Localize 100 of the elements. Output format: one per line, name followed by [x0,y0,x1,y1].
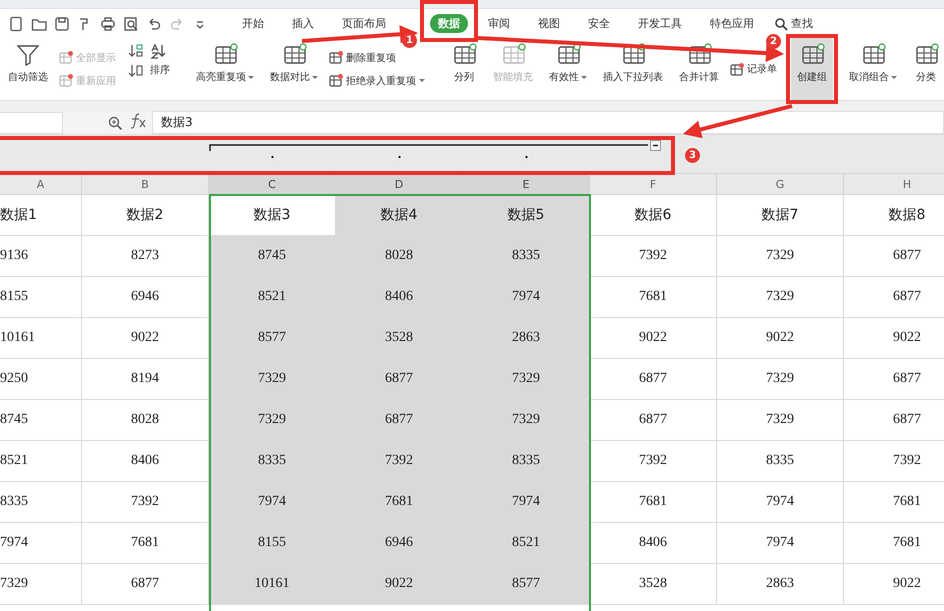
table-cell: 9136 [0,236,82,277]
table-cell: 7392 [590,441,717,482]
table-cell: 8521 [463,523,590,564]
table-cell: 7392 [590,236,717,277]
caret-icon [581,76,587,79]
file-icon[interactable] [8,16,24,32]
table-cell: 8194 [82,359,209,400]
table-header-cell: 数据5 [463,195,590,236]
table-cell: 8335 [0,482,82,523]
table-icon [729,62,744,76]
table-cell: 8577 [209,318,336,359]
printer-icon[interactable] [100,16,116,32]
table-cell: 9022 [717,318,844,359]
collapse-group-button[interactable] [650,140,661,151]
column-header[interactable]: H [844,174,944,195]
table-cell: 7329 [209,400,336,441]
table-cell: 7974 [463,277,590,318]
menu-tab[interactable]: 开始 [234,14,272,33]
sort-ascending-icon[interactable] [128,42,144,59]
table-cell: 7329 [717,277,844,318]
preview-icon[interactable] [123,16,139,32]
highlight-frame [420,0,478,42]
table-cell: 7392 [336,441,463,482]
table-cell: 7329 [717,359,844,400]
table-cell: 9022 [82,318,209,359]
table-cell: 9250 [0,359,82,400]
table-cell: 2863 [463,318,590,359]
search-icon [774,16,788,30]
formula-input[interactable]: 数据3 [152,111,944,134]
table-cell: 7329 [0,564,82,605]
table-cell: 8406 [590,523,717,564]
table-cell: 8155 [0,277,82,318]
column-header[interactable]: B [82,174,209,195]
caret-icon [312,76,318,79]
table-cell: 8745 [209,236,336,277]
column-header[interactable]: F [590,174,717,195]
table-icon [328,73,343,88]
sort-button[interactable]: 排序 [150,63,170,77]
sort-descending-icon[interactable] [150,42,167,60]
table-cell: 6877 [590,359,717,400]
ribbon-button[interactable]: 创建组 [791,38,833,100]
table-cell: 7974 [717,523,844,564]
table-header-cell: 数据2 [82,195,209,236]
table-cell: 7681 [336,482,463,523]
menu-tab[interactable]: 安全 [580,14,618,33]
table-cell: 10161 [0,318,82,359]
ribbon-button[interactable]: 取消组合 [843,38,903,100]
menu-tab[interactable]: 插入 [284,14,322,33]
table-cell: 8155 [209,523,336,564]
table-cell: 8335 [463,441,590,482]
caret-icon [891,76,897,79]
ribbon-button[interactable]: 高亮重复项 [190,38,260,100]
ribbon-button[interactable]: 分类 [907,38,944,100]
table-cell: 7974 [0,523,82,564]
search-label[interactable]: 查找 [791,16,813,31]
table-cell: 3528 [336,318,463,359]
table-cell: 6877 [336,400,463,441]
table-cell: 8577 [463,564,590,605]
table-cell: 8335 [717,441,844,482]
zoom-icon [108,116,122,130]
column-header[interactable]: A [0,174,82,195]
ribbon-button[interactable]: 自动筛选 [2,38,54,100]
table-cell: 7329 [717,400,844,441]
menu-tab[interactable]: 页面布局 [334,14,394,33]
table-cell: 8521 [209,277,336,318]
table-cell: 6946 [82,277,209,318]
caret-icon [419,79,425,82]
column-header[interactable]: G [717,174,844,195]
ribbon-button[interactable]: 拒绝录入重复项 [328,73,425,88]
menu-tab[interactable]: 特色应用 [702,14,762,33]
table-header-cell: 数据3 [209,195,336,236]
table-cell: 7681 [590,277,717,318]
table-cell: 2863 [717,564,844,605]
table-cell: 6877 [590,400,717,441]
ribbon-button[interactable]: 删除重复项 [328,50,425,65]
table-cell: 7329 [717,236,844,277]
caret-icon [248,76,254,79]
table-cell: 6877 [336,359,463,400]
column-header[interactable]: E [463,174,590,195]
menu-tab[interactable]: 开发工具 [630,14,690,33]
column-header[interactable]: C [209,174,336,195]
table-cell: 8335 [463,236,590,277]
table-cell: 8273 [82,236,209,277]
table-cell: 9022 [590,318,717,359]
table-cell: 10161 [209,564,336,605]
column-header[interactable]: D [336,174,463,195]
table-header-cell: 数据7 [717,195,844,236]
table-icon [328,50,343,65]
menu-tab[interactable]: 视图 [530,14,568,33]
save-icon[interactable] [54,16,70,32]
table-cell: 8028 [82,400,209,441]
table-cell: 7974 [209,482,336,523]
table-cell: 8406 [336,277,463,318]
table-cell: 7329 [209,359,336,400]
ribbon-button[interactable]: 分列 [445,38,483,100]
menu-tab[interactable]: 审阅 [480,14,518,33]
table-cell: 3528 [590,564,717,605]
table-cell: 7974 [717,482,844,523]
ribbon-button[interactable]: 记录单 [729,62,777,76]
table-cell: 9022 [336,564,463,605]
